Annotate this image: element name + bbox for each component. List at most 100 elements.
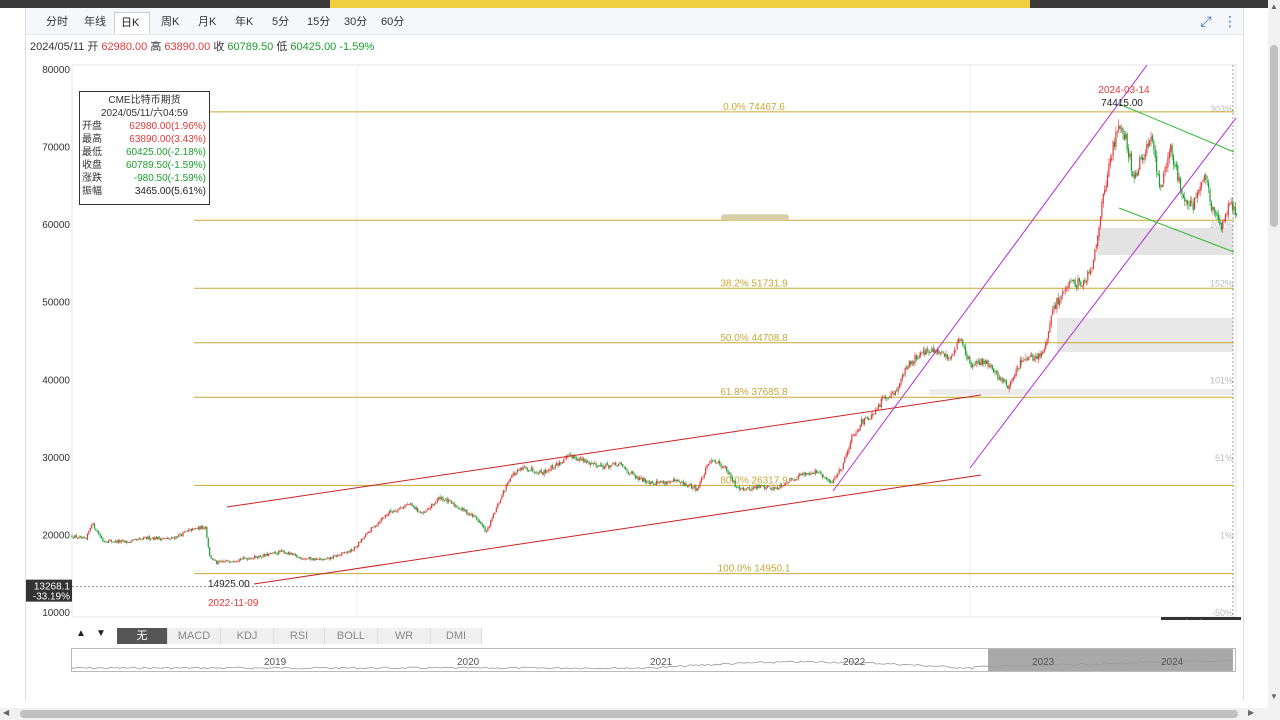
candle-body xyxy=(297,556,299,558)
candle-body xyxy=(778,488,780,489)
indicator-rsi[interactable]: RSI xyxy=(274,628,325,644)
indicator-none[interactable]: 无 xyxy=(117,628,168,644)
candle-body xyxy=(1043,349,1045,353)
candle-body xyxy=(421,512,423,514)
candle-body xyxy=(842,463,844,469)
candle-body xyxy=(536,472,538,474)
candle-body xyxy=(1216,212,1218,216)
candle-body xyxy=(1104,190,1106,194)
candle-body xyxy=(1123,134,1125,140)
candle-body xyxy=(442,497,444,501)
indicator-boll[interactable]: BOLL xyxy=(325,628,378,644)
purple-channel-lower xyxy=(969,117,1237,469)
candle-body xyxy=(721,467,724,469)
candle-body xyxy=(272,552,274,554)
range-navigator[interactable]: 2019 2020 2021 2022 2023 2024 xyxy=(71,648,1236,672)
candle-body xyxy=(349,549,351,553)
candle-body xyxy=(393,510,395,513)
candle-body xyxy=(484,526,486,532)
triangle-down-icon[interactable]: ▼ xyxy=(96,628,106,639)
candle-body xyxy=(1126,133,1128,150)
indicator-macd[interactable]: MACD xyxy=(168,628,221,644)
candle-body xyxy=(1018,368,1020,369)
candle-body xyxy=(790,477,792,480)
vertical-scrollbar[interactable]: ▲ ▼ xyxy=(1268,0,1280,720)
candle-body xyxy=(851,435,853,443)
candle-body xyxy=(1090,270,1092,275)
scroll-down-icon[interactable]: ▼ xyxy=(1270,692,1278,701)
candle-body xyxy=(172,537,174,539)
candle-body xyxy=(676,479,679,481)
candle-body xyxy=(377,522,379,525)
candle-body xyxy=(210,555,212,559)
candle-body xyxy=(457,508,459,509)
candle-body xyxy=(661,481,663,483)
candle-body xyxy=(1203,175,1206,180)
candle-body xyxy=(1099,216,1102,227)
candle-body xyxy=(585,460,587,463)
indicator-dmi[interactable]: DMI xyxy=(431,628,482,644)
indicator-wr[interactable]: WR xyxy=(378,628,431,644)
candle-body xyxy=(290,553,292,555)
horizontal-scroll-thumb[interactable] xyxy=(20,710,1238,718)
candle-body xyxy=(834,477,836,480)
candle-body xyxy=(810,473,812,476)
scroll-left-icon[interactable]: ◀ xyxy=(3,708,9,717)
candle-body xyxy=(624,467,627,470)
scroll-right-icon[interactable]: ▶ xyxy=(1248,708,1254,717)
candle-body xyxy=(400,507,402,509)
fib-label: 100.0% 14950.1 xyxy=(718,564,791,575)
vertical-scroll-thumb[interactable] xyxy=(1270,45,1278,227)
candle-body xyxy=(1036,356,1038,359)
candle-body xyxy=(780,484,783,487)
candle-body xyxy=(615,462,617,465)
candle-body xyxy=(216,560,218,564)
candle-body xyxy=(1105,185,1107,192)
candle-body xyxy=(199,526,201,530)
candle-body xyxy=(610,464,613,466)
candle-body xyxy=(1120,128,1123,130)
candle-body xyxy=(723,466,725,468)
candle-body xyxy=(862,419,864,424)
legend-row: 收盘 60789.50(-1.59%) xyxy=(80,159,209,172)
candle-body xyxy=(682,481,684,486)
candle-body xyxy=(957,339,960,343)
candle-body xyxy=(1019,359,1021,369)
candle-body xyxy=(1087,271,1089,281)
candle-body xyxy=(175,536,177,539)
scroll-up-icon[interactable]: ▲ xyxy=(1270,2,1278,11)
candle-body xyxy=(853,434,856,436)
candle-body xyxy=(488,526,490,529)
candle-body xyxy=(807,473,809,475)
candle-body xyxy=(140,538,142,540)
candle-body xyxy=(740,488,742,490)
candle-body xyxy=(1213,206,1215,212)
candle-body xyxy=(78,536,80,539)
candle-body xyxy=(81,537,83,539)
candle-body xyxy=(1073,279,1075,282)
candle-body xyxy=(82,537,84,539)
candle-body xyxy=(171,537,173,539)
candle-body xyxy=(164,538,166,539)
candle-body xyxy=(224,560,226,562)
candle-body xyxy=(499,499,502,503)
navigator-window[interactable] xyxy=(988,649,1233,671)
candle-body xyxy=(727,470,729,475)
candle-body xyxy=(422,512,424,514)
candle-body xyxy=(89,527,91,531)
candle-body xyxy=(925,349,927,355)
fib-label: 61.8% 37685.8 xyxy=(720,387,788,398)
indicator-kdj[interactable]: KDJ xyxy=(221,628,274,644)
candle-body xyxy=(742,487,745,491)
candle-body xyxy=(440,497,443,499)
candle-body xyxy=(629,473,631,475)
triangle-up-icon[interactable]: ▲ xyxy=(76,628,86,639)
horizontal-scrollbar[interactable]: ◀ ▶ xyxy=(0,708,1268,720)
candle-body xyxy=(79,536,82,538)
candle-body xyxy=(258,555,260,558)
candle-body xyxy=(889,396,891,398)
candle-body xyxy=(806,473,808,475)
candle-body xyxy=(338,555,340,556)
candle-body xyxy=(643,477,645,482)
candle-body xyxy=(920,352,922,356)
